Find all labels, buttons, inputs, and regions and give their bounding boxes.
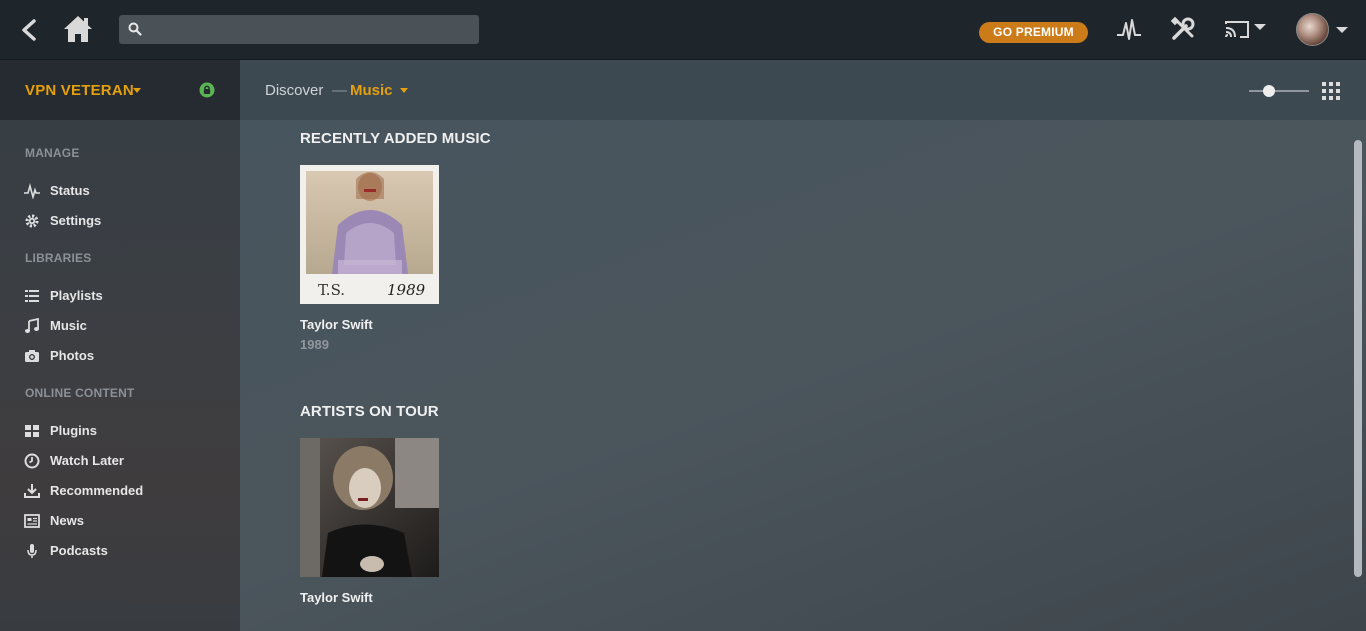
search-bar[interactable] <box>119 15 479 44</box>
poster-title[interactable]: Taylor Swift <box>300 317 373 332</box>
lock-icon <box>199 82 215 98</box>
home-icon[interactable] <box>62 14 94 44</box>
activity-icon[interactable] <box>1116 17 1142 43</box>
sidebar-item-label: Watch Later <box>50 453 124 468</box>
sidebar-item-label: Photos <box>50 348 95 363</box>
sidebar-item-label: Podcasts <box>50 543 108 558</box>
cast-icon[interactable] <box>1224 20 1268 40</box>
sidebar-item-label: Plugins <box>50 423 97 438</box>
sidebar-item-label: Recommended <box>50 483 144 498</box>
music-note-icon <box>25 318 39 333</box>
camera-icon <box>25 350 39 362</box>
sidebar-item-news[interactable]: News <box>24 510 224 532</box>
sidebar-item-label: Music <box>50 318 87 333</box>
section-title-online-content: ONLINE CONTENT <box>25 386 135 400</box>
search-icon <box>128 22 142 36</box>
sidebar-item-label: News <box>50 513 84 528</box>
hub-title: ARTISTS ON TOUR <box>300 403 439 420</box>
sidebar-item-label: Status <box>50 183 90 198</box>
sidebar-item-photos[interactable]: Photos <box>24 345 224 367</box>
sidebar-item-settings[interactable]: Settings <box>24 210 224 232</box>
breadcrumb-discover[interactable]: Discover <box>265 82 323 99</box>
chevron-down-icon[interactable] <box>1336 27 1348 33</box>
sidebar-item-label: Settings <box>50 213 102 228</box>
download-icon <box>24 484 40 498</box>
tools-icon[interactable] <box>1170 16 1196 42</box>
sidebar-item-podcasts[interactable]: Podcasts <box>24 540 224 562</box>
content-header: Discover — Music <box>240 60 1366 120</box>
poster-subtitle: 1989 <box>300 337 329 352</box>
section-title-libraries: LIBRARIES <box>25 251 92 265</box>
artist-photo[interactable] <box>300 438 439 577</box>
sidebar-item-watch-later[interactable]: Watch Later <box>24 450 224 472</box>
go-premium-button[interactable]: GO PREMIUM <box>979 22 1088 43</box>
gear-icon <box>25 214 39 228</box>
poster-title[interactable]: Taylor Swift <box>300 590 373 605</box>
chevron-down-icon[interactable] <box>133 88 141 93</box>
breadcrumb-music[interactable]: Music <box>350 82 393 99</box>
sidebar-item-playlists[interactable]: Playlists <box>24 285 224 307</box>
newspaper-icon <box>24 514 40 528</box>
sidebar-item-recommended[interactable]: Recommended <box>24 480 224 502</box>
cover-text-right: 1989 <box>387 281 426 299</box>
cover-text-left: T.S. <box>318 281 345 299</box>
slider-handle[interactable] <box>1263 85 1275 97</box>
section-title-manage: MANAGE <box>25 146 80 160</box>
sidebar-item-music[interactable]: Music <box>24 315 224 337</box>
search-input[interactable] <box>149 15 469 44</box>
activity-icon <box>24 183 40 199</box>
clock-icon <box>24 453 40 469</box>
album-cover[interactable]: T.S. 1989 <box>300 165 439 304</box>
list-icon <box>25 290 39 302</box>
hub-title: RECENTLY ADDED MUSIC <box>300 130 491 147</box>
server-selector[interactable]: VPN VETERAN <box>0 60 240 120</box>
microphone-icon <box>27 544 37 558</box>
server-name[interactable]: VPN VETERAN <box>25 82 134 99</box>
grid-view-icon[interactable] <box>1322 82 1340 100</box>
sidebar: VPN VETERAN MANAGE Status Settings LIBRA… <box>0 60 240 631</box>
sidebar-item-status[interactable]: Status <box>24 180 224 202</box>
top-bar: GO PREMIUM <box>0 0 1366 60</box>
back-arrow-icon[interactable] <box>18 18 42 42</box>
grid-icon <box>25 425 39 437</box>
sidebar-item-plugins[interactable]: Plugins <box>24 420 224 442</box>
scrollbar[interactable] <box>1354 140 1362 577</box>
poster-size-slider[interactable] <box>1249 90 1309 92</box>
chevron-down-icon[interactable] <box>400 88 408 93</box>
breadcrumb-separator: — <box>332 82 347 99</box>
user-avatar[interactable] <box>1296 13 1329 46</box>
sidebar-item-label: Playlists <box>50 288 103 303</box>
main-content: RECENTLY ADDED MUSIC T.S. 1989 Taylor Sw… <box>240 120 1366 631</box>
